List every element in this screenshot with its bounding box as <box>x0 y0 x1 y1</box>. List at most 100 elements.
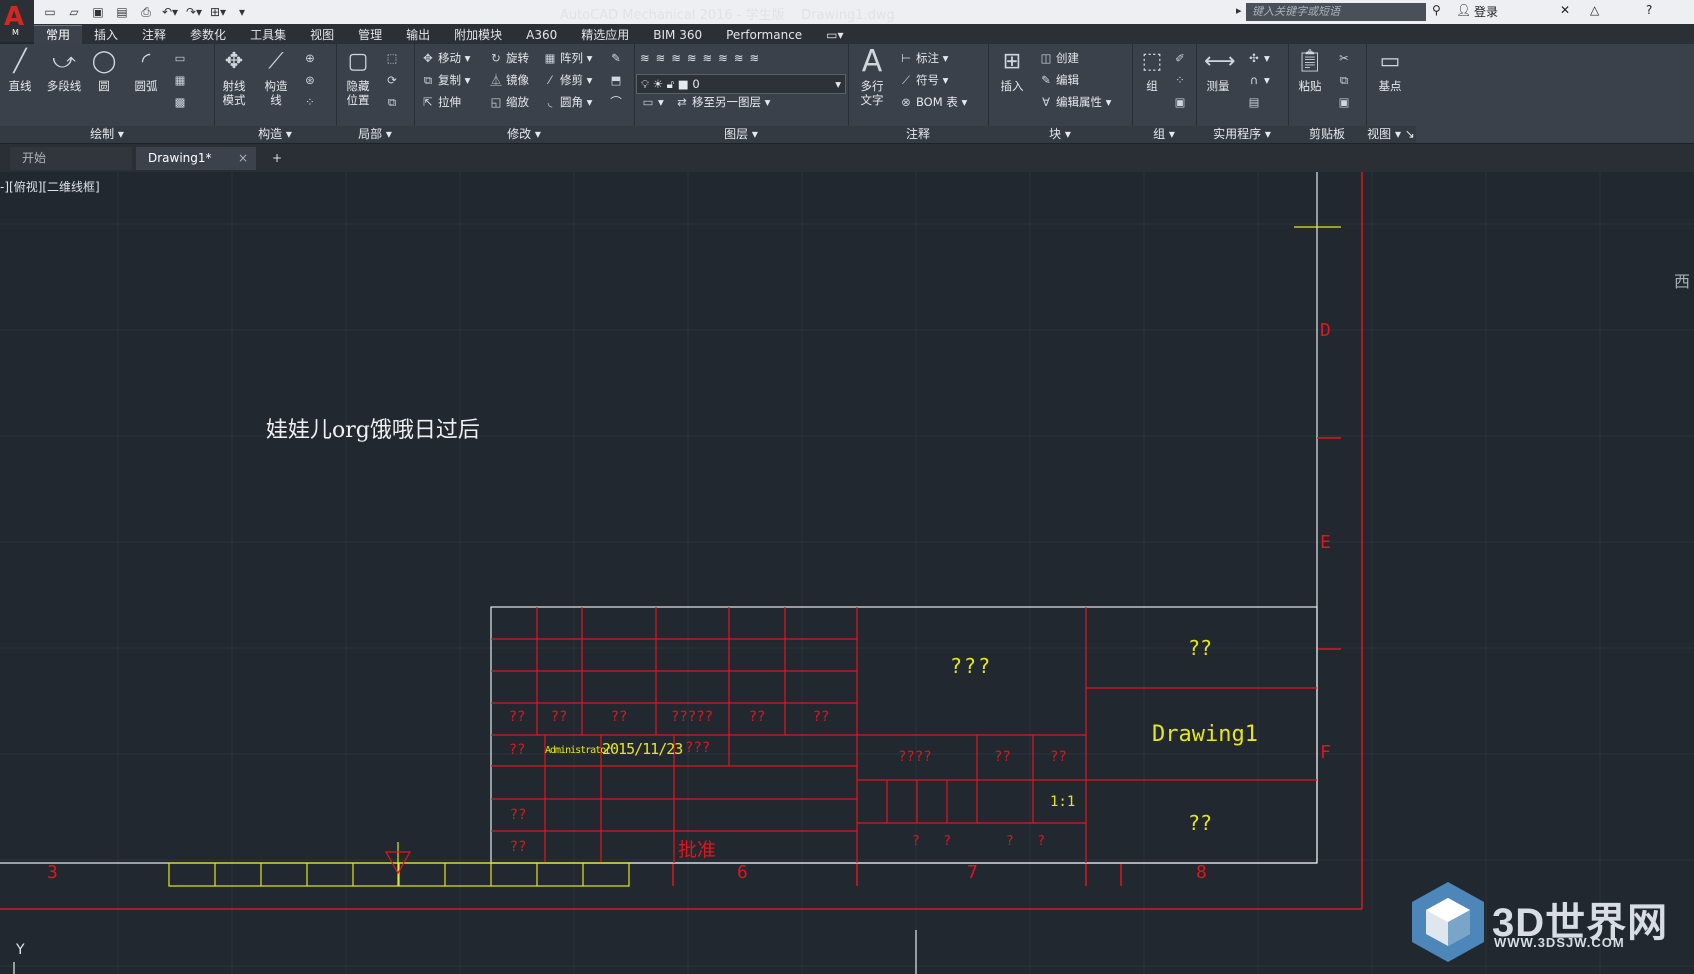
customize-qat-icon[interactable]: ▾ <box>232 3 252 21</box>
block-panel-title[interactable]: 块 ▾ <box>988 126 1132 143</box>
ungroup-button[interactable]: ✐ <box>1172 48 1190 68</box>
app-menu-button[interactable]: A M <box>0 0 34 42</box>
open-file-icon[interactable]: ▱ <box>64 3 84 21</box>
tab-drawing1[interactable]: Drawing1* × <box>136 147 256 170</box>
gradient-button[interactable]: ▩ <box>172 92 190 112</box>
tab-manage[interactable]: 管理 <box>346 26 394 44</box>
edit-block-button[interactable]: ✎ 编辑 <box>1038 70 1079 90</box>
tab-view[interactable]: 视图 <box>298 26 346 44</box>
layers-panel-title[interactable]: 图层 ▾ <box>634 126 848 143</box>
construct-panel-title[interactable]: 构造 ▾ <box>214 126 336 143</box>
close-tab-icon[interactable]: × <box>238 147 248 170</box>
array-button[interactable]: ▦ 阵列 ▾ <box>542 48 593 68</box>
clipboard-panel-title[interactable]: 剪贴板 <box>1288 126 1366 143</box>
tab-home[interactable]: 常用 <box>34 25 83 44</box>
offset-button[interactable]: ⌒ <box>608 92 626 112</box>
edit-attributes-button[interactable]: ∀ 编辑属性 ▾ <box>1038 92 1111 112</box>
login-link[interactable]: 登录 <box>1474 3 1498 20</box>
paste-button[interactable]: 📋︎ 粘贴 <box>1290 48 1330 93</box>
copy-clip-button[interactable]: ⧉ <box>1336 70 1354 90</box>
viewport-controls[interactable]: -][俯视][二维线框] <box>0 178 100 195</box>
move-button[interactable]: ✥ 移动 ▾ <box>420 48 470 68</box>
user-icon[interactable]: 👤︎ <box>1456 3 1471 17</box>
search-input[interactable]: 键入关键字或短语 <box>1246 3 1426 21</box>
measure-button[interactable]: ⟷ 测量 <box>1198 48 1238 93</box>
detail-panel-title[interactable]: 局部 ▾ <box>336 126 414 143</box>
search-expand-icon[interactable]: ▸ <box>1236 4 1242 17</box>
binoculars-icon[interactable]: ⚲ <box>1432 3 1441 17</box>
match-props-button[interactable]: ▣ <box>1336 92 1354 112</box>
tab-start[interactable]: 开始 <box>10 147 132 170</box>
hide-button[interactable]: ▢ 隐藏 位置 <box>338 48 378 107</box>
create-block-button[interactable]: ◫ 创建 <box>1038 48 1079 68</box>
group-edit-button[interactable]: ⁘ <box>1172 70 1190 90</box>
copy-button[interactable]: ⧉ 复制 ▾ <box>420 70 471 90</box>
symbol-button[interactable]: ⟋ 符号 ▾ <box>898 70 948 90</box>
ribbon-options-icon[interactable]: ▭▾ <box>814 26 855 44</box>
utility-tool-2[interactable]: ∩ ▾ <box>1246 70 1270 90</box>
new-tab-button[interactable]: + <box>266 147 290 170</box>
rectangle-button[interactable]: ▭ <box>172 48 190 68</box>
layer-props-button[interactable]: ▭ ▾ <box>640 92 664 112</box>
group-button[interactable]: ⬚ 组 <box>1132 48 1172 93</box>
ray-button[interactable]: ✥ 射线 模式 <box>214 48 254 107</box>
tab-performance[interactable]: Performance <box>714 26 814 44</box>
layer-dropdown[interactable]: 💡︎ ☀ 🔓︎ ■ 0 ▾ <box>636 74 846 94</box>
save-as-icon[interactable]: ▤ <box>112 3 132 21</box>
new-file-icon[interactable]: ▭ <box>40 3 60 21</box>
detail-tool-3[interactable]: ⧉ <box>384 92 402 112</box>
tab-bim360[interactable]: BIM 360 <box>641 26 714 44</box>
arc-button[interactable]: ◜ 圆弧 <box>126 48 166 93</box>
polyline-button[interactable]: ⤻ 多段线 <box>44 48 84 93</box>
bom-button[interactable]: ⊗ BOM 表 ▾ <box>898 92 967 112</box>
hatch-button[interactable]: ▦ <box>172 70 190 90</box>
rotate-button[interactable]: ↻ 旋转 <box>488 48 529 68</box>
tab-a360[interactable]: A360 <box>514 26 569 44</box>
tab-addins[interactable]: 附加模块 <box>442 26 514 44</box>
tab-parametric[interactable]: 参数化 <box>178 26 238 44</box>
group-panel-title[interactable]: 组 ▾ <box>1132 126 1196 143</box>
utility-tool-3[interactable]: ▤ <box>1246 92 1264 112</box>
move-to-layer-button[interactable]: ⇄ 移至另一图层 ▾ <box>674 92 770 112</box>
utility-tool-1[interactable]: ✣ ▾ <box>1246 48 1270 68</box>
stretch-button[interactable]: ⇱ 拉伸 <box>420 92 461 112</box>
dimension-button[interactable]: ⊢ 标注 ▾ <box>898 48 948 68</box>
view-panel-title[interactable]: 视图 ▾ ↘ <box>1366 126 1416 143</box>
modify-panel-title[interactable]: 修改 ▾ <box>414 126 634 143</box>
cut-button[interactable]: ✂ <box>1336 48 1354 68</box>
tab-featured-apps[interactable]: 精选应用 <box>569 26 641 44</box>
tab-output[interactable]: 输出 <box>394 26 442 44</box>
draw-panel-title[interactable]: 绘制 ▾ <box>0 126 214 143</box>
snap-circle-button[interactable]: ⊕ <box>302 48 320 68</box>
save-icon[interactable]: ▣ <box>88 3 108 21</box>
line-button[interactable]: ╱ 直线 <box>0 48 40 93</box>
drawing-canvas[interactable]: ?? ?? ?? ????? ?? ?? ?? Administrator 20… <box>0 172 1694 974</box>
undo-icon[interactable]: ↶▾ <box>160 3 180 21</box>
construction-line-button[interactable]: ⟋ 构造 线 <box>256 48 296 107</box>
scale-button[interactable]: ◱ 缩放 <box>488 92 529 112</box>
a360-icon[interactable]: △ <box>1590 3 1599 17</box>
tab-insert[interactable]: 插入 <box>82 26 130 44</box>
fillet-button[interactable]: ◟ 圆角 ▾ <box>542 92 593 112</box>
explode-button[interactable]: ⬒ <box>608 70 626 90</box>
utilities-panel-title[interactable]: 实用程序 ▾ <box>1196 126 1288 143</box>
detail-tool-2[interactable]: ⟳ <box>384 70 402 90</box>
circle-button[interactable]: ◯ 圆 <box>84 48 124 93</box>
print-icon[interactable]: ⎙ <box>136 3 156 21</box>
redo-icon[interactable]: ↷▾ <box>184 3 204 21</box>
tab-toolset[interactable]: 工具集 <box>238 26 298 44</box>
viewcube-west-label[interactable]: 西 <box>1674 268 1690 292</box>
layer-tools-row[interactable]: ≋≋≋≋≋≋≋≋ <box>640 48 765 68</box>
mtext-button[interactable]: A 多行 文字 <box>852 47 892 108</box>
workspace-icon[interactable]: ⊞▾ <box>208 3 228 21</box>
trim-button[interactable]: ⁄ 修剪 ▾ <box>542 70 592 90</box>
help-icon[interactable]: ? <box>1646 3 1652 17</box>
snap-center-button[interactable]: ⊛ <box>302 70 320 90</box>
group-select-button[interactable]: ▣ <box>1172 92 1190 112</box>
exchange-icon[interactable]: ✕ <box>1560 3 1570 17</box>
basepoint-button[interactable]: ▭ 基点 <box>1370 48 1410 93</box>
insert-button[interactable]: ⊞ 插入 <box>992 48 1032 93</box>
erase-button[interactable]: ✎ <box>608 48 626 68</box>
annotation-panel-title[interactable]: 注释 <box>848 126 988 143</box>
tab-annotate[interactable]: 注释 <box>130 26 178 44</box>
